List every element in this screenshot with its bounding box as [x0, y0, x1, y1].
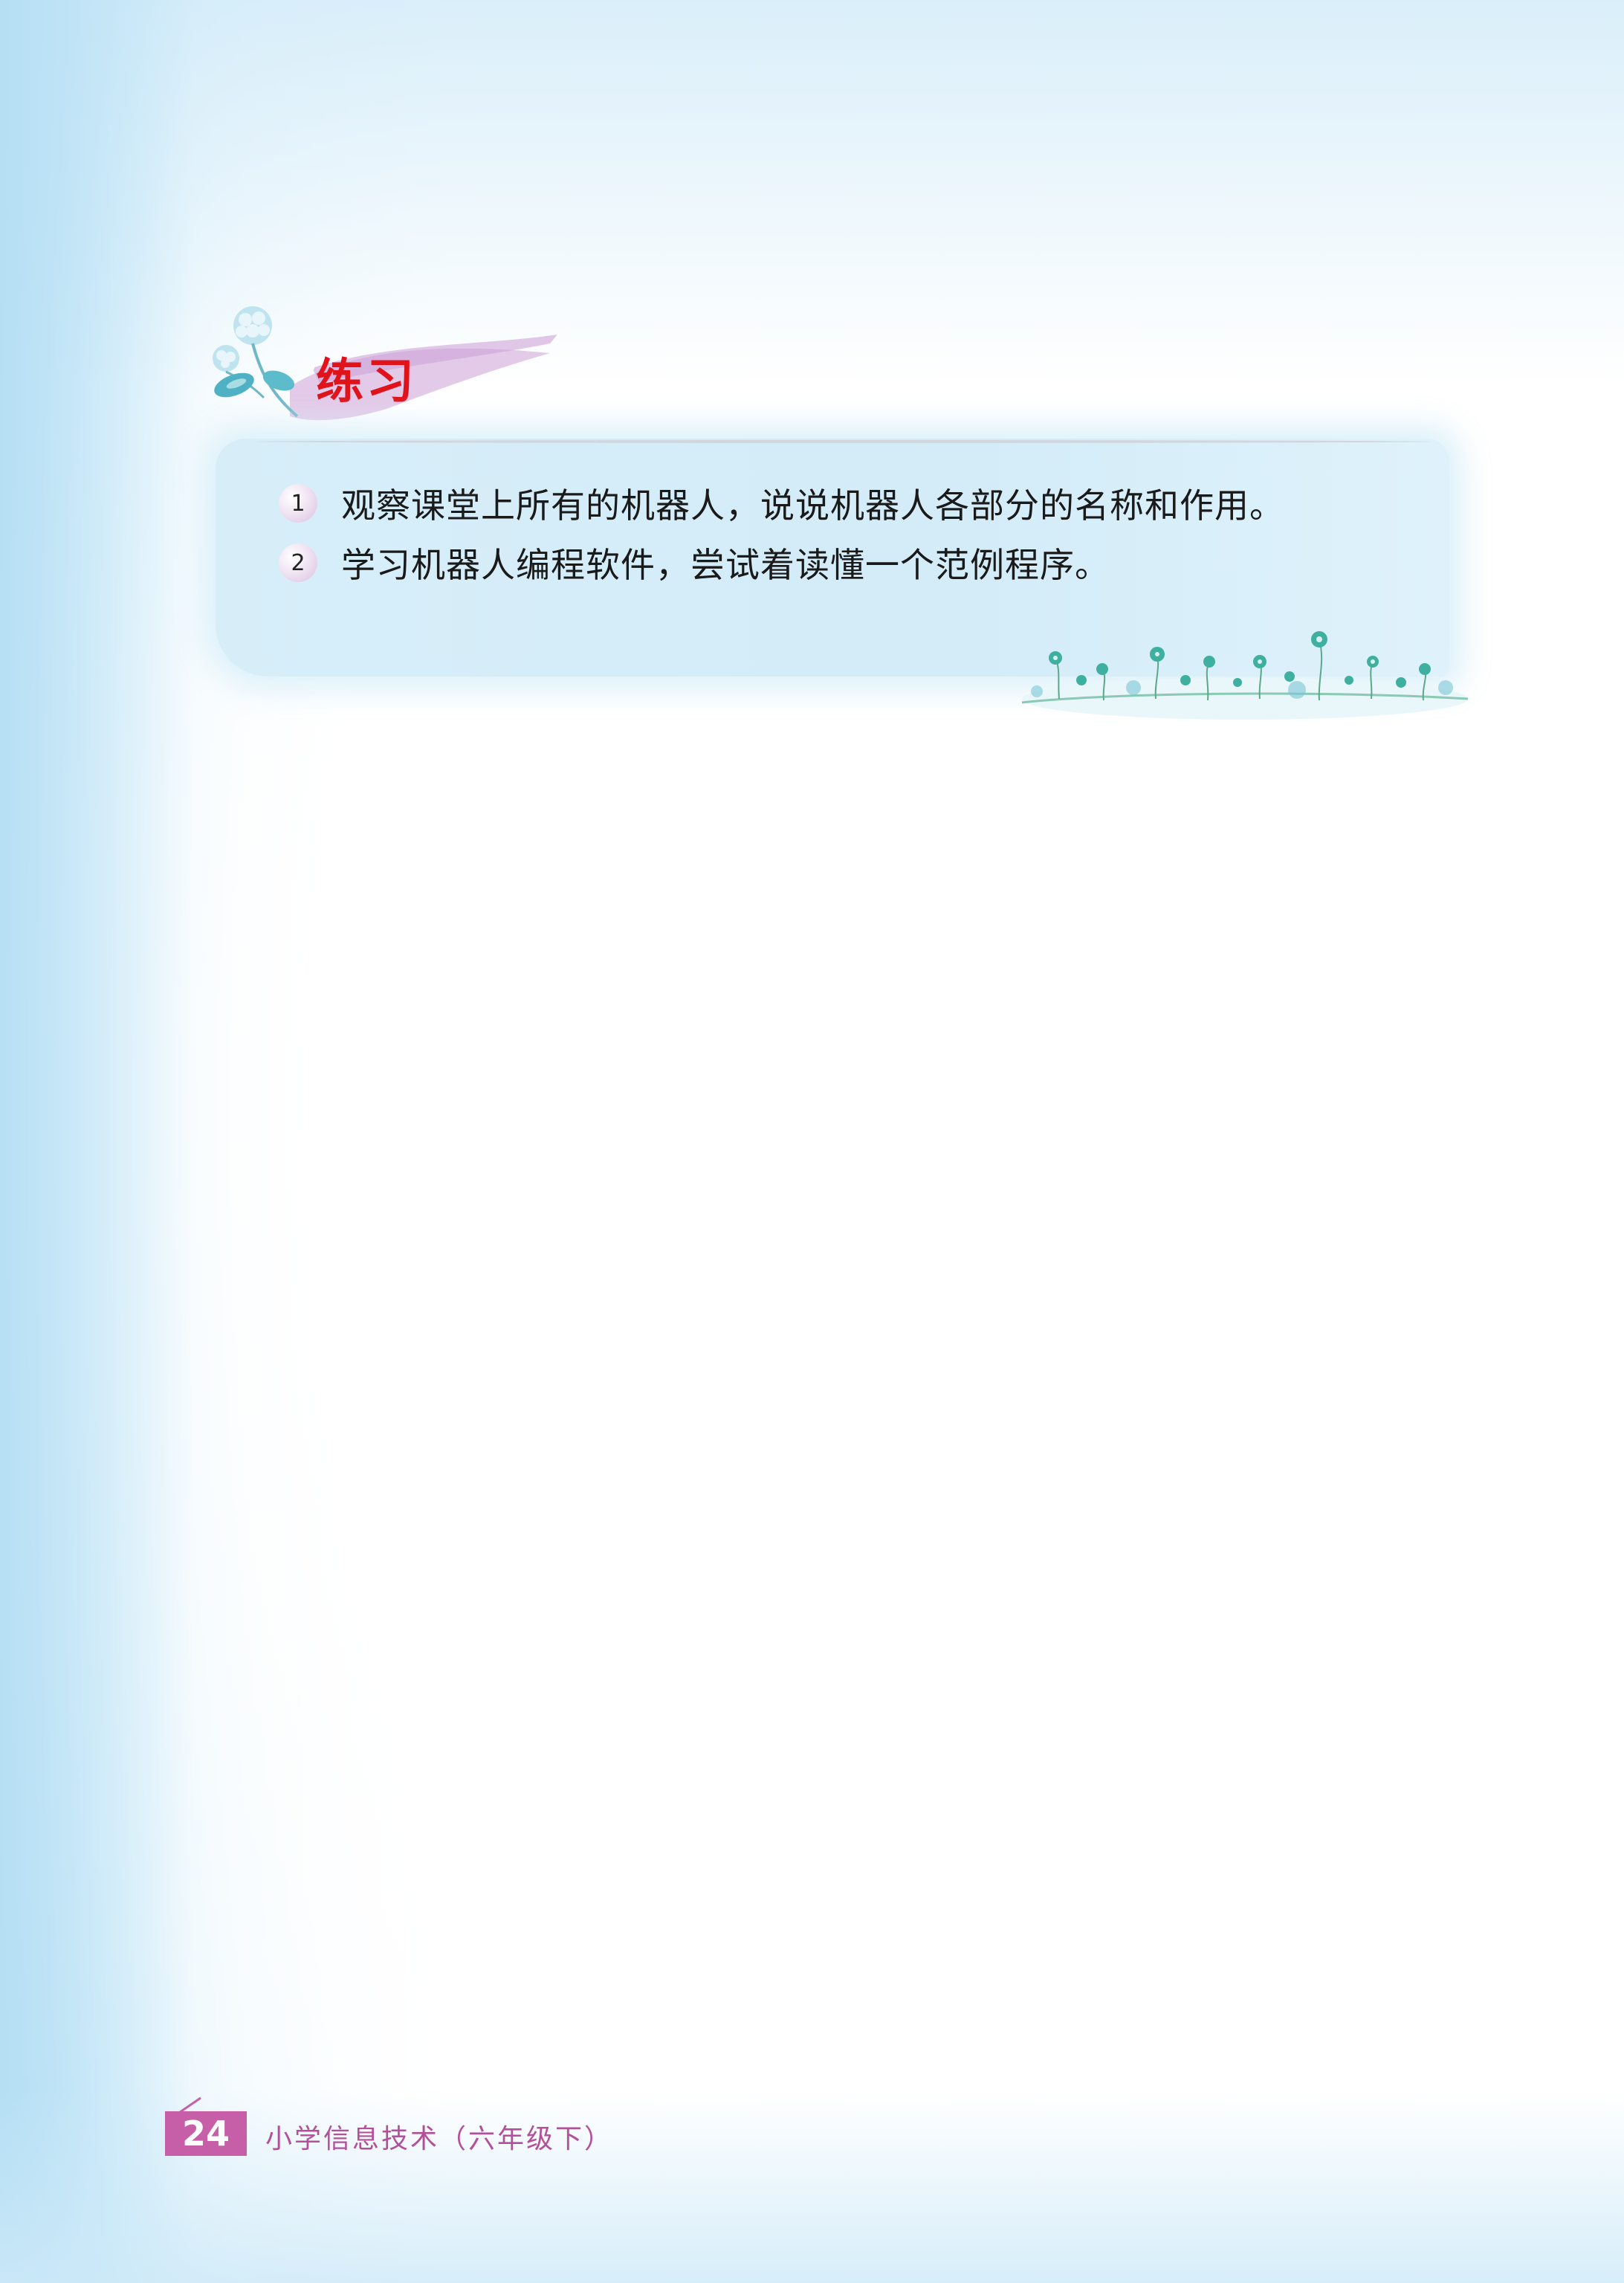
exercise-text: 观察课堂上所有的机器人，说说机器人各部分的名称和作用。 — [341, 485, 1284, 526]
left-background-wash — [0, 0, 193, 2283]
page-footer: 24 小学信息技术（六年级下） — [165, 2096, 685, 2171]
book-title: 小学信息技术（六年级下） — [265, 2124, 614, 2154]
exercise-text: 学习机器人编程软件，尝试着读懂一个范例程序。 — [341, 545, 1110, 585]
section-header: 练习 — [201, 297, 587, 446]
flower-meadow-icon — [1021, 631, 1469, 720]
section-title: 练习 — [316, 355, 417, 410]
exercise-item-2: 2 学习机器人编程软件，尝试着读懂一个范例程序。 — [279, 537, 1110, 589]
exercise-item-1: 1 观察课堂上所有的机器人，说说机器人各部分的名称和作用。 — [279, 477, 1284, 529]
textbook-page: 练习 1 观察课堂上所有的机器人，说说机器人各部分的名称和作用。 2 学习机器人… — [0, 0, 1624, 2283]
dashed-divider — [256, 440, 1431, 443]
exercise-number-badge: 2 — [279, 543, 317, 582]
exercise-number-badge: 1 — [279, 484, 317, 523]
page-number: 24 — [165, 2111, 247, 2156]
